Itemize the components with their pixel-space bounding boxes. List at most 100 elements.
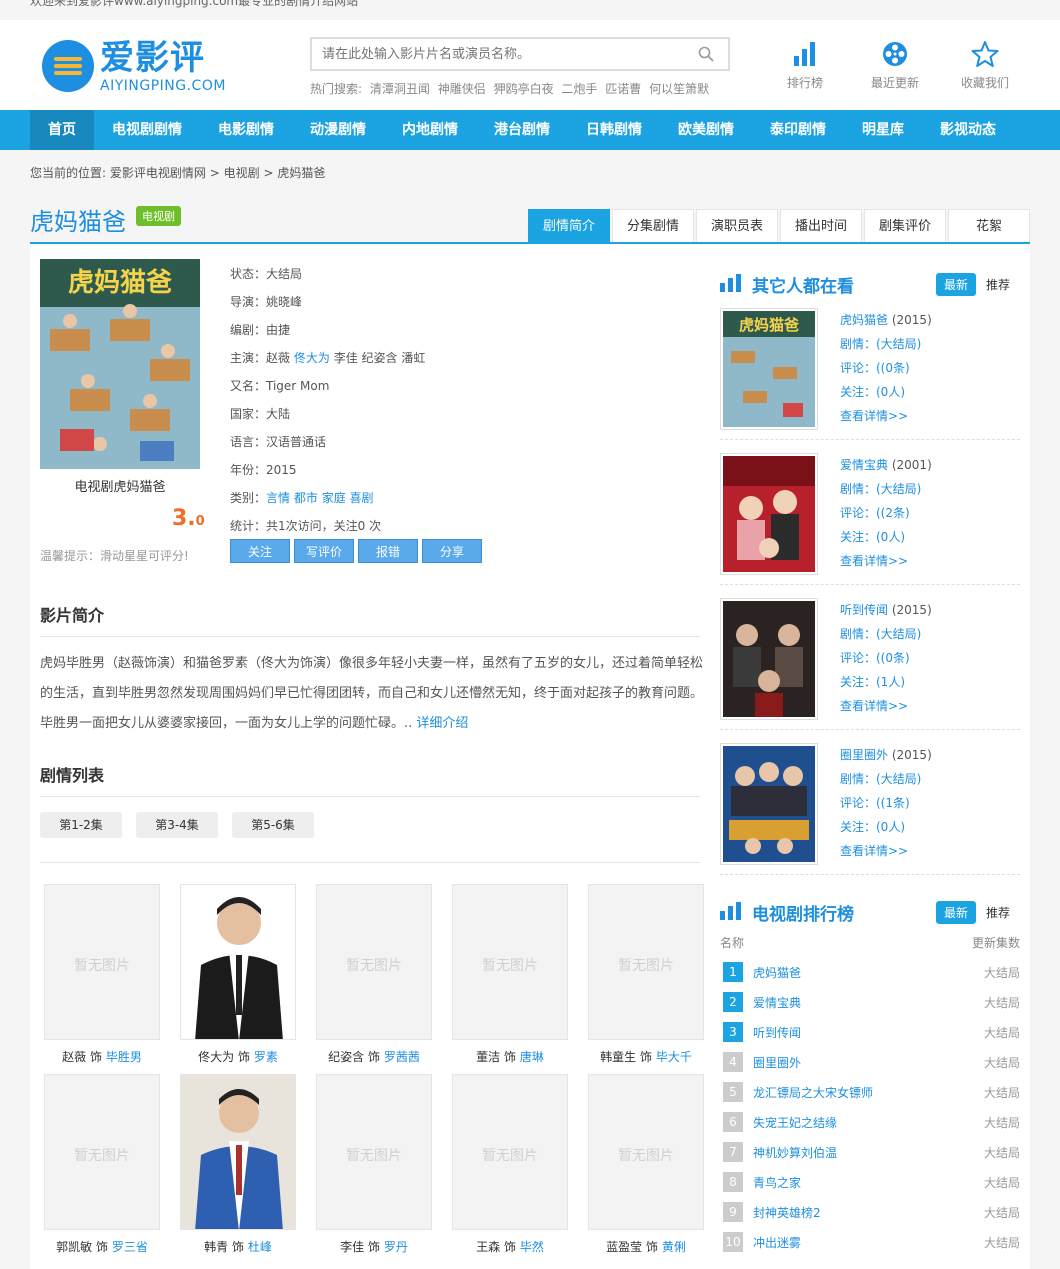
- genre-link[interactable]: 言情: [266, 491, 290, 505]
- report-error-button[interactable]: 报错: [358, 539, 418, 563]
- related-item[interactable]: 虎妈猫爸 虎妈猫爸 (2015) 剧情：(大结局) 评论：((0条) 关注：(0…: [720, 300, 1020, 440]
- rank-title[interactable]: 冲出迷雾: [753, 1234, 801, 1251]
- read-more-link[interactable]: 详细介绍: [416, 716, 468, 731]
- role-name[interactable]: 罗丹: [384, 1240, 408, 1254]
- tab-recommended[interactable]: 推荐: [986, 276, 1010, 293]
- nav-western-plots[interactable]: 欧美剧情: [660, 110, 752, 150]
- rank-title[interactable]: 神机妙算刘伯温: [753, 1144, 837, 1161]
- rank-title[interactable]: 圈里圈外: [753, 1054, 801, 1071]
- actor-link[interactable]: 李佳: [334, 351, 358, 365]
- cast-card[interactable]: 佟大为 饰 罗素: [180, 884, 296, 1065]
- genre-link[interactable]: 家庭: [322, 491, 346, 505]
- ranking-row[interactable]: 6 失宠王妃之结缘 大结局: [720, 1110, 1020, 1140]
- ranking-row[interactable]: 4 圈里圈外 大结局: [720, 1050, 1020, 1080]
- nav-hk-tw-plots[interactable]: 港台剧情: [476, 110, 568, 150]
- ranking-row[interactable]: 3 听到传闻 大结局: [720, 1020, 1020, 1050]
- site-logo[interactable]: 爱影评 AIYINGPING.COM: [42, 36, 232, 98]
- tab-latest[interactable]: 最新: [936, 273, 977, 296]
- nav-anime-plots[interactable]: 动漫剧情: [292, 110, 384, 150]
- recent-updates-shortcut[interactable]: 最近更新: [850, 40, 940, 91]
- view-details-link[interactable]: 查看详情>>: [840, 699, 908, 713]
- rank-title[interactable]: 听到传闻: [753, 1024, 801, 1041]
- cast-card[interactable]: 韩青 饰 杜峰: [180, 1074, 296, 1255]
- role-name[interactable]: 黄俐: [662, 1240, 686, 1254]
- genre-link[interactable]: 都市: [294, 491, 318, 505]
- cast-card[interactable]: 暂无图片 蓝盈莹 饰 黄俐: [588, 1074, 704, 1255]
- view-details-link[interactable]: 查看详情>>: [840, 844, 908, 858]
- cast-card[interactable]: 暂无图片 赵薇 饰 毕胜男: [44, 884, 160, 1065]
- episode-button[interactable]: 第5-6集: [232, 812, 314, 838]
- breadcrumb-link[interactable]: 电视剧: [224, 166, 260, 180]
- nav-stars[interactable]: 明星库: [844, 110, 922, 150]
- role-name[interactable]: 罗三省: [112, 1240, 148, 1254]
- cast-card[interactable]: 暂无图片 纪姿含 饰 罗茜茜: [316, 884, 432, 1065]
- view-details-link[interactable]: 查看详情>>: [840, 409, 908, 423]
- follow-button[interactable]: 关注: [230, 539, 290, 563]
- view-details-link[interactable]: 查看详情>>: [840, 554, 908, 568]
- tab-extras[interactable]: 花絮: [948, 209, 1030, 242]
- write-review-button[interactable]: 写评价: [294, 539, 354, 563]
- nav-home[interactable]: 首页: [30, 110, 94, 150]
- nav-news[interactable]: 影视动态: [922, 110, 1014, 150]
- related-thumbnail[interactable]: [720, 453, 818, 575]
- hot-link[interactable]: 二炮手: [561, 82, 597, 96]
- nav-mainland-plots[interactable]: 内地剧情: [384, 110, 476, 150]
- ranking-row[interactable]: 7 神机妙算刘伯温 大结局: [720, 1140, 1020, 1170]
- nav-movie-plots[interactable]: 电影剧情: [200, 110, 292, 150]
- role-name[interactable]: 杜峰: [248, 1240, 272, 1254]
- tab-synopsis[interactable]: 剧情简介: [528, 209, 610, 242]
- rank-title[interactable]: 爱情宝典: [753, 994, 801, 1011]
- cast-card[interactable]: 暂无图片 郭凯敏 饰 罗三省: [44, 1074, 160, 1255]
- share-button[interactable]: 分享: [422, 539, 482, 563]
- actor-link[interactable]: 纪姿含: [362, 351, 398, 365]
- nav-tv-plots[interactable]: 电视剧剧情: [94, 110, 200, 150]
- hot-link[interactable]: 匹诺曹: [605, 82, 641, 96]
- rank-title[interactable]: 虎妈猫爸: [753, 964, 801, 981]
- related-thumbnail[interactable]: [720, 598, 818, 720]
- nav-thai-indian-plots[interactable]: 泰印剧情: [752, 110, 844, 150]
- tab-episodes[interactable]: 分集剧情: [612, 209, 694, 242]
- hot-link[interactable]: 狎鸥亭白夜: [494, 82, 554, 96]
- tab-recommended[interactable]: 推荐: [986, 904, 1010, 921]
- ranking-row[interactable]: 5 龙汇镖局之大宋女镖师 大结局: [720, 1080, 1020, 1110]
- role-name[interactable]: 唐琳: [520, 1050, 544, 1064]
- role-name[interactable]: 毕胜男: [106, 1050, 142, 1064]
- actor-link[interactable]: 佟大为: [294, 351, 330, 365]
- tab-reviews[interactable]: 剧集评价: [864, 209, 946, 242]
- tab-airtime[interactable]: 播出时间: [780, 209, 862, 242]
- related-thumbnail[interactable]: 虎妈猫爸: [720, 308, 818, 430]
- role-name[interactable]: 罗素: [254, 1050, 278, 1064]
- hot-link[interactable]: 神雕侠侣: [438, 82, 486, 96]
- rank-title[interactable]: 龙汇镖局之大宋女镖师: [753, 1084, 873, 1101]
- ranking-row[interactable]: 8 青鸟之家 大结局: [720, 1170, 1020, 1200]
- nav-jp-kr-plots[interactable]: 日韩剧情: [568, 110, 660, 150]
- related-item[interactable]: 圈里圈外 (2015) 剧情：(大结局) 评论：((1条) 关注：(0人) 查看…: [720, 735, 1020, 875]
- rank-title[interactable]: 封神英雄榜2: [753, 1204, 821, 1221]
- related-item[interactable]: 爱情宝典 (2001) 剧情：(大结局) 评论：((2条) 关注：(0人) 查看…: [720, 445, 1020, 585]
- favorite-shortcut[interactable]: 收藏我们: [940, 40, 1030, 91]
- cast-card[interactable]: 暂无图片 李佳 饰 罗丹: [316, 1074, 432, 1255]
- ranking-row[interactable]: 9 封神英雄榜2 大结局: [720, 1200, 1020, 1230]
- search-icon[interactable]: [698, 46, 714, 62]
- cast-card[interactable]: 暂无图片 董洁 饰 唐琳: [452, 884, 568, 1065]
- related-title[interactable]: 虎妈猫爸: [840, 313, 888, 327]
- episode-button[interactable]: 第1-2集: [40, 812, 122, 838]
- poster-image[interactable]: 虎妈猫爸: [40, 259, 200, 469]
- related-title[interactable]: 爱情宝典: [840, 458, 888, 472]
- ranking-row[interactable]: 10 冲出迷雾 大结局: [720, 1230, 1020, 1260]
- tab-cast[interactable]: 演职员表: [696, 209, 778, 242]
- ranking-shortcut[interactable]: 排行榜: [760, 40, 850, 91]
- tab-latest[interactable]: 最新: [936, 901, 977, 924]
- cast-card[interactable]: 暂无图片 王森 饰 毕然: [452, 1074, 568, 1255]
- related-thumbnail[interactable]: [720, 743, 818, 865]
- rank-title[interactable]: 失宠王妃之结缘: [753, 1114, 837, 1131]
- ranking-row[interactable]: 2 爱情宝典 大结局: [720, 990, 1020, 1020]
- genre-link[interactable]: 喜剧: [350, 491, 374, 505]
- breadcrumb-link[interactable]: 爱影评电视剧情网: [110, 166, 206, 180]
- actor-link[interactable]: 潘虹: [401, 351, 425, 365]
- search-input[interactable]: [312, 39, 682, 69]
- role-name[interactable]: 罗茜茜: [384, 1050, 420, 1064]
- cast-card[interactable]: 暂无图片 韩童生 饰 毕大千: [588, 884, 704, 1065]
- rank-title[interactable]: 青鸟之家: [753, 1174, 801, 1191]
- episode-button[interactable]: 第3-4集: [136, 812, 218, 838]
